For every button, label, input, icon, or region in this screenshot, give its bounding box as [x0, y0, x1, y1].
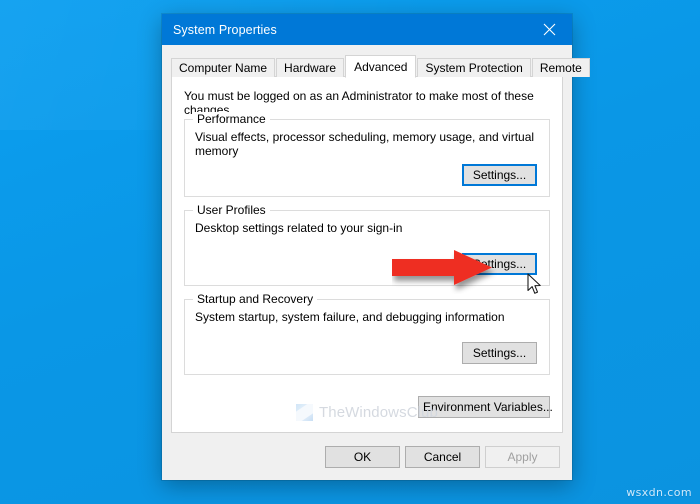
tab-computer-name[interactable]: Computer Name: [171, 58, 276, 77]
group-performance: Performance Visual effects, processor sc…: [184, 112, 550, 197]
group-performance-description: Visual effects, processor scheduling, me…: [195, 130, 535, 158]
window-title: System Properties: [173, 22, 277, 37]
cancel-button[interactable]: Cancel: [405, 446, 480, 468]
thewindowsclub-logo-icon: [296, 404, 313, 421]
tab-hardware[interactable]: Hardware: [276, 58, 345, 77]
close-button[interactable]: [527, 14, 572, 45]
close-icon: [543, 23, 556, 36]
group-startup-and-recovery: Startup and Recovery System startup, sys…: [184, 292, 550, 375]
user-profiles-settings-button[interactable]: Settings...: [462, 253, 537, 275]
environment-variables-button[interactable]: Environment Variables...: [418, 396, 553, 418]
dialog-client-area: Computer Name Hardware Advanced System P…: [162, 45, 590, 480]
group-performance-title: Performance: [193, 112, 270, 126]
system-properties-dialog: System Properties Computer Name Hardware…: [162, 14, 590, 480]
tab-system-protection[interactable]: System Protection: [417, 58, 531, 77]
tab-advanced[interactable]: Advanced: [345, 55, 417, 78]
titlebar[interactable]: System Properties: [162, 14, 572, 45]
tab-strip: Computer Name Hardware Advanced System P…: [171, 55, 590, 78]
ok-button[interactable]: OK: [325, 446, 400, 468]
dialog-footer: OK Cancel Apply: [162, 435, 572, 480]
group-user-profiles-description: Desktop settings related to your sign-in: [195, 221, 403, 235]
group-user-profiles: User Profiles Desktop settings related t…: [184, 203, 550, 286]
thewindowsclub-watermark: TheWindowsClub: [296, 404, 438, 421]
apply-button: Apply: [485, 446, 560, 468]
group-user-profiles-title: User Profiles: [193, 203, 270, 217]
group-startup-description: System startup, system failure, and debu…: [195, 310, 505, 324]
performance-settings-button[interactable]: Settings...: [462, 164, 537, 186]
startup-settings-button[interactable]: Settings...: [462, 342, 537, 364]
group-startup-title: Startup and Recovery: [193, 292, 318, 306]
site-watermark: wsxdn.com: [626, 486, 692, 499]
advanced-tab-page: You must be logged on as an Administrato…: [171, 76, 563, 433]
tab-remote[interactable]: Remote: [531, 58, 590, 77]
